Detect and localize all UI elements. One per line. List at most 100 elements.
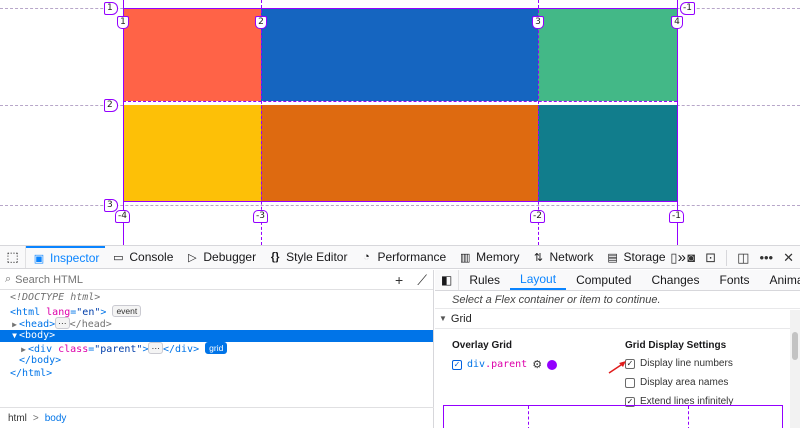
tab-label: Storage bbox=[623, 250, 666, 264]
grid-color-swatch[interactable] bbox=[547, 359, 558, 370]
grid-cell-1 bbox=[123, 8, 261, 101]
grid-col-line-1 bbox=[123, 0, 124, 245]
markup-panel: ⌕ + ⟋ <!DOCTYPE html> <html lang="en"> e… bbox=[0, 270, 434, 428]
markup-row-doctype[interactable]: <!DOCTYPE html> bbox=[0, 292, 433, 305]
col-number-badge-1: 1 bbox=[117, 16, 129, 29]
toolbox-controls: ▯ ◙ ⊡ ◫ ••• ✕ bbox=[670, 246, 800, 269]
body-close-tag: body bbox=[31, 354, 56, 366]
div-attr-value: "parent" bbox=[94, 344, 143, 356]
tab-inspector[interactable]: ▣ Inspector bbox=[26, 246, 106, 268]
add-node-icon[interactable]: + bbox=[395, 272, 403, 288]
inspector-sidebar: ◧ Rules Layout Computed Changes Fonts An… bbox=[435, 270, 800, 428]
grid-cell-4 bbox=[123, 105, 261, 201]
scrollbar-thumb[interactable] bbox=[792, 332, 798, 360]
frame-select-icon[interactable]: ⊡ bbox=[705, 250, 716, 266]
element-picker-icon[interactable]: ⬚ bbox=[0, 246, 26, 268]
search-input[interactable] bbox=[15, 273, 216, 286]
collapse-twisty-icon: ▼ bbox=[439, 314, 447, 323]
markup-row-html-close[interactable]: </html> bbox=[0, 368, 433, 381]
overlay-grid-element[interactable]: div.parent bbox=[467, 359, 527, 370]
markup-row-div-parent[interactable]: ▶ <div class="parent"> ⋯ </div> grid bbox=[0, 342, 433, 355]
grid-col-line-3 bbox=[538, 0, 539, 245]
gauge-icon: ◔ bbox=[363, 251, 370, 263]
screenshot-icon[interactable]: ◙ bbox=[687, 250, 695, 265]
tab-rules[interactable]: Rules bbox=[459, 270, 510, 290]
collapse-twisty-icon[interactable]: ▼ bbox=[10, 330, 19, 343]
tab-label: Performance bbox=[377, 250, 447, 264]
setting-display-area-names[interactable]: Display area names bbox=[625, 377, 728, 388]
grid-cell-6 bbox=[538, 105, 677, 201]
tab-storage[interactable]: ▤ Storage bbox=[600, 246, 672, 268]
close-icon[interactable]: ✕ bbox=[783, 250, 794, 266]
responsive-mode-icon[interactable]: ▯ bbox=[670, 250, 677, 266]
grid-section-title: Grid bbox=[450, 312, 472, 325]
row-number-badge-neg-1: -1 bbox=[680, 2, 695, 15]
grid-outline-preview[interactable] bbox=[443, 405, 783, 428]
tab-layout[interactable]: Layout bbox=[510, 270, 567, 290]
tab-console[interactable]: ▭ Console bbox=[105, 246, 179, 268]
tab-network[interactable]: ⇅ Network bbox=[526, 246, 600, 268]
overlay-grid-checkbox[interactable]: ✓ bbox=[452, 359, 462, 370]
col-number-badge-neg-2: -2 bbox=[530, 210, 545, 223]
markup-row-body-close[interactable]: </body> bbox=[0, 355, 433, 368]
grid-section-header[interactable]: ▼ Grid bbox=[435, 309, 800, 329]
eyedropper-icon[interactable]: ⟋ bbox=[417, 272, 427, 289]
collapsed-content-badge[interactable]: ⋯ bbox=[55, 317, 70, 330]
search-icon: ⌕ bbox=[5, 273, 12, 285]
tab-debugger[interactable]: ▷ Debugger bbox=[179, 246, 262, 268]
div-attr-name: class bbox=[58, 344, 89, 356]
grid-display-settings-title: Grid Display Settings bbox=[625, 340, 727, 351]
console-icon: ▭ bbox=[113, 251, 124, 264]
setting-display-line-numbers[interactable]: ✓ Display line numbers bbox=[625, 358, 733, 369]
html-attr-name: lang bbox=[46, 306, 71, 318]
more-menu-icon[interactable]: ••• bbox=[759, 250, 773, 265]
tab-computed[interactable]: Computed bbox=[566, 270, 641, 290]
tab-performance[interactable]: ◔ Performance bbox=[353, 246, 452, 268]
annotation-arrow-icon bbox=[608, 361, 626, 374]
head-tag-name: head bbox=[25, 319, 50, 331]
tab-label: Network bbox=[549, 250, 594, 264]
inspector-icon: ▣ bbox=[33, 252, 45, 265]
toggle-sidebar-icon[interactable]: ◧ bbox=[435, 270, 460, 290]
row-number-badge-2: 2 bbox=[104, 99, 118, 112]
tab-fonts[interactable]: Fonts bbox=[709, 270, 759, 290]
grid-row-line-3-extended bbox=[0, 205, 800, 206]
html-attr-value: "en" bbox=[76, 306, 101, 318]
search-bar: ⌕ + ⟋ bbox=[0, 270, 433, 290]
doctype-text: <!DOCTYPE html> bbox=[10, 292, 101, 303]
tab-changes[interactable]: Changes bbox=[641, 270, 709, 290]
row-number-badge-1: 1 bbox=[104, 2, 118, 15]
breadcrumb: html > body bbox=[0, 407, 434, 428]
grid-row-line-3 bbox=[123, 201, 677, 202]
dock-icon[interactable]: ◫ bbox=[737, 250, 749, 266]
event-badge[interactable]: event bbox=[112, 304, 142, 317]
highlight-element-icon[interactable]: ⚙ bbox=[532, 358, 542, 371]
flex-hint-text: Select a Flex container or item to conti… bbox=[435, 291, 800, 309]
markup-row-head[interactable]: ▶ <head> ⋯ </head> bbox=[0, 317, 433, 330]
grid-row-line-1 bbox=[123, 8, 677, 9]
grid-badge[interactable]: grid bbox=[205, 342, 228, 355]
breadcrumb-html[interactable]: html bbox=[8, 413, 27, 424]
memory-icon: ▥ bbox=[459, 251, 471, 264]
tab-style-editor[interactable]: {} Style Editor bbox=[262, 246, 353, 268]
tab-label: Inspector bbox=[50, 251, 100, 265]
div-close-tag: div bbox=[175, 344, 194, 356]
col-number-badge-neg-3: -3 bbox=[253, 210, 268, 223]
overlay-element-tag: div bbox=[467, 359, 486, 370]
collapsed-content-badge[interactable]: ⋯ bbox=[148, 342, 163, 355]
page-viewport: 1 2 3 -1 1 2 3 4 -4 -3 -2 -1 bbox=[0, 0, 800, 245]
markup-row-body-selected[interactable]: ▼ <body> bbox=[0, 329, 433, 343]
separator bbox=[726, 249, 728, 266]
tab-animations[interactable]: Animations bbox=[760, 270, 800, 290]
row-number-badge-3: 3 bbox=[104, 199, 118, 212]
braces-icon: {} bbox=[270, 251, 280, 263]
markup-row-html[interactable]: <html lang="en"> event bbox=[0, 304, 433, 318]
sidebar-scrollbar[interactable] bbox=[790, 310, 800, 428]
tab-label: Console bbox=[129, 250, 174, 264]
setting-label: Display line numbers bbox=[640, 358, 733, 369]
display-area-names-checkbox[interactable] bbox=[625, 377, 635, 388]
tab-label: Debugger bbox=[203, 250, 257, 264]
html-tag-name: html bbox=[16, 306, 41, 318]
tab-memory[interactable]: ▥ Memory bbox=[452, 246, 525, 268]
breadcrumb-body[interactable]: body bbox=[45, 413, 67, 424]
